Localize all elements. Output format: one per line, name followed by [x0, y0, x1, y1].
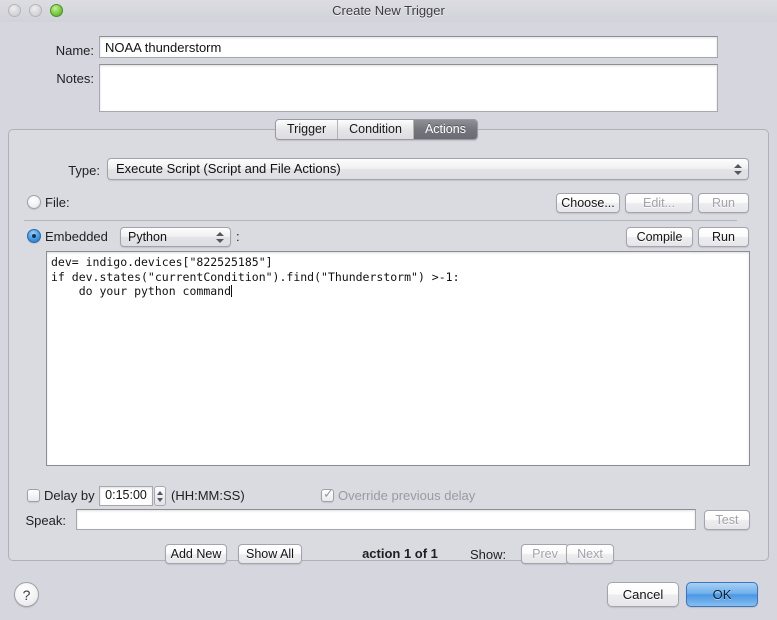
code-editor-text: dev= indigo.devices["822525185"] if dev.…: [51, 255, 460, 298]
compile-button[interactable]: Compile: [626, 227, 693, 247]
code-editor[interactable]: dev= indigo.devices["822525185"] if dev.…: [46, 251, 750, 466]
choose-button[interactable]: Choose...: [556, 193, 620, 213]
name-label: Name:: [55, 43, 94, 58]
override-previous-delay-checkbox: [321, 487, 334, 502]
delay-input[interactable]: 0:15:00: [99, 486, 153, 506]
radio-file[interactable]: [27, 195, 41, 209]
text-caret: [231, 285, 233, 297]
chevron-updown-icon: [215, 229, 224, 245]
show-label: Show:: [470, 547, 507, 562]
language-dropdown[interactable]: Python: [120, 227, 231, 247]
tab-condition[interactable]: Condition: [338, 120, 414, 139]
panel-divider: [24, 220, 737, 221]
run-file-button: Run: [698, 193, 749, 213]
window-title: Create New Trigger: [332, 3, 445, 18]
tab-trigger[interactable]: Trigger: [276, 120, 339, 139]
override-previous-delay-label: Override previous delay: [338, 488, 476, 503]
delay-format-hint: (HH:MM:SS): [171, 488, 245, 503]
radio-embedded[interactable]: [27, 229, 41, 243]
notes-label: Notes:: [56, 71, 94, 86]
action-counter: action 1 of 1: [362, 546, 438, 561]
type-dropdown-value: Execute Script (Script and File Actions): [116, 161, 341, 176]
speak-label: Speak:: [25, 513, 66, 528]
name-input[interactable]: NOAA thunderstorm: [99, 36, 718, 58]
delay-label: Delay by: [44, 488, 95, 503]
window-titlebar: Create New Trigger: [0, 0, 777, 22]
show-all-button[interactable]: Show All: [238, 544, 302, 564]
next-button: Next: [566, 544, 614, 564]
tab-actions[interactable]: Actions: [413, 120, 477, 139]
type-label: Type:: [68, 163, 100, 178]
add-new-button[interactable]: Add New: [165, 544, 227, 564]
speak-input[interactable]: [76, 509, 696, 530]
prev-button: Prev: [521, 544, 569, 564]
help-button[interactable]: ?: [14, 582, 39, 607]
language-colon: :: [236, 229, 240, 244]
delay-stepper[interactable]: [154, 486, 166, 506]
cancel-button[interactable]: Cancel: [607, 582, 679, 607]
chevron-updown-icon: [733, 161, 742, 177]
tab-bar: Trigger Condition Actions: [275, 119, 478, 140]
notes-input[interactable]: [99, 64, 718, 112]
file-label: File:: [45, 195, 70, 210]
run-embedded-button[interactable]: Run: [698, 227, 749, 247]
ok-button[interactable]: OK: [686, 582, 758, 607]
type-dropdown[interactable]: Execute Script (Script and File Actions): [107, 158, 749, 180]
language-dropdown-value: Python: [128, 230, 167, 244]
test-button: Test: [704, 510, 750, 530]
edit-button: Edit...: [625, 193, 693, 213]
delay-checkbox[interactable]: [27, 489, 40, 502]
